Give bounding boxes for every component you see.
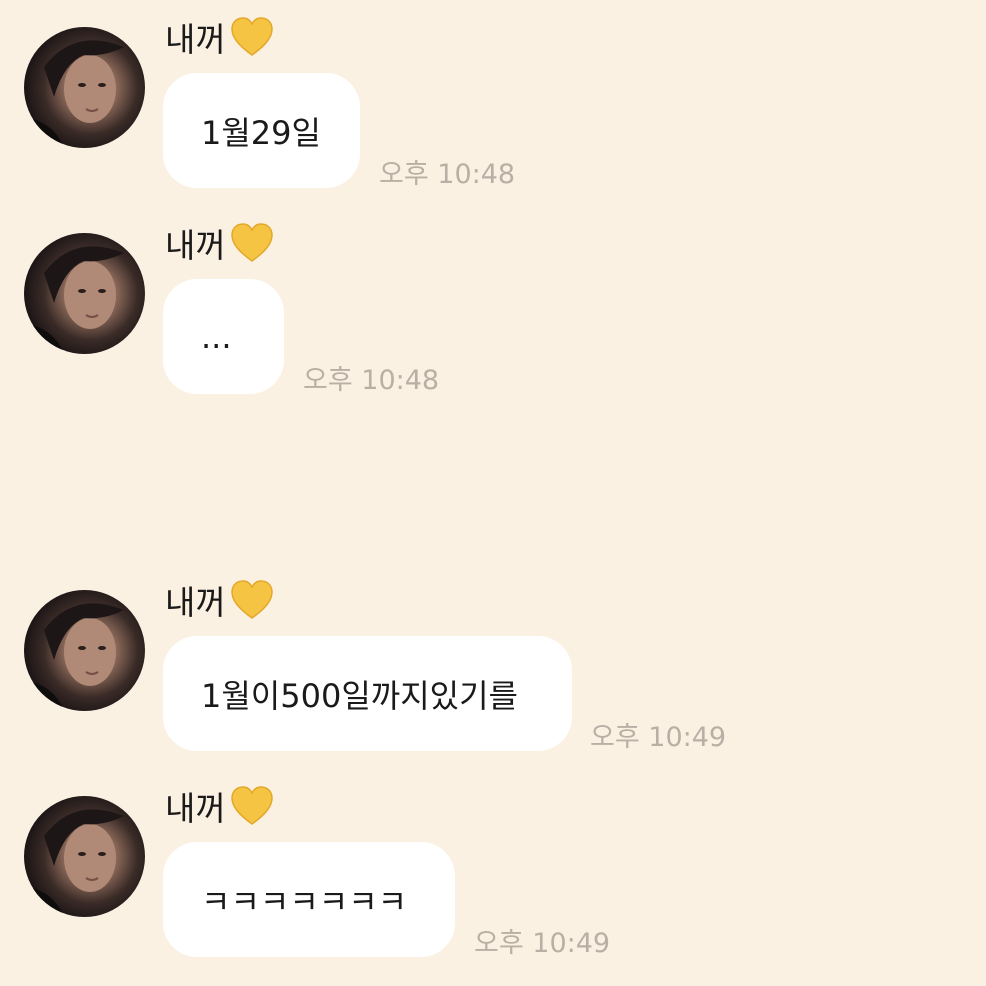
sender-label: 내꺼 — [165, 20, 226, 59]
message-timestamp: 오후 10:48 — [379, 159, 516, 190]
avatar-photo — [24, 809, 124, 917]
message-text: 1월이500일까지있기를 — [201, 676, 518, 715]
sender-label: 내꺼 — [165, 789, 226, 828]
sender-name: 내꺼 — [165, 220, 274, 266]
message-text: 1월29일 — [201, 113, 321, 152]
sender-label: 내꺼 — [165, 583, 226, 622]
avatar[interactable] — [24, 590, 145, 711]
message-bubble[interactable]: 1월이500일까지있기를 — [163, 636, 572, 751]
chat-message: 내꺼 ... 오후 10:48 — [0, 206, 986, 406]
yellow-heart-icon — [230, 579, 274, 621]
avatar-photo — [24, 246, 124, 354]
chat-message: 내꺼 ㅋㅋㅋㅋㅋㅋㅋ 오후 10:49 — [0, 769, 986, 969]
sender-name: 내꺼 — [165, 783, 274, 829]
yellow-heart-icon — [230, 785, 274, 827]
message-timestamp: 오후 10:48 — [303, 365, 440, 396]
sender-label: 내꺼 — [165, 226, 226, 265]
message-timestamp: 오후 10:49 — [590, 722, 727, 753]
message-text: ㅋㅋㅋㅋㅋㅋㅋ — [201, 882, 408, 921]
sender-name: 내꺼 — [165, 577, 274, 623]
message-bubble[interactable]: ㅋㅋㅋㅋㅋㅋㅋ — [163, 842, 455, 957]
chat-message: 내꺼 1월이500일까지있기를 오후 10:49 — [0, 563, 986, 763]
avatar-photo — [24, 40, 124, 148]
message-bubble[interactable]: ... — [163, 279, 284, 394]
avatar[interactable] — [24, 796, 145, 917]
avatar-photo — [24, 603, 124, 711]
avatar[interactable] — [24, 233, 145, 354]
avatar[interactable] — [24, 27, 145, 148]
sender-name: 내꺼 — [165, 14, 274, 60]
yellow-heart-icon — [230, 222, 274, 264]
message-timestamp: 오후 10:49 — [474, 928, 611, 959]
message-bubble[interactable]: 1월29일 — [163, 73, 360, 188]
yellow-heart-icon — [230, 16, 274, 58]
chat-message: 내꺼 1월29일 오후 10:48 — [0, 0, 986, 200]
message-text: ... — [201, 317, 232, 356]
